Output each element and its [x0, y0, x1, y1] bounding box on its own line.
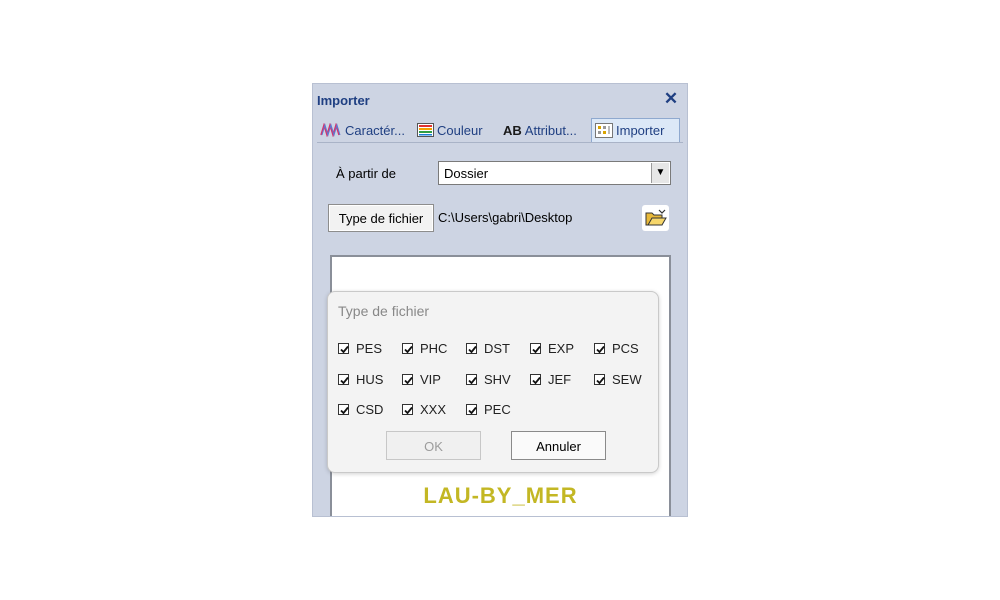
tab-label: Importer — [616, 123, 665, 138]
checkbox-label: PEC — [484, 402, 511, 417]
checkbox-xxx[interactable]: XXX — [402, 402, 446, 417]
check-icon — [402, 374, 413, 385]
checkbox-csd[interactable]: CSD — [338, 402, 383, 417]
filetype-button[interactable]: Type de fichier — [328, 204, 434, 232]
checkbox-pes[interactable]: PES — [338, 341, 382, 356]
source-select[interactable]: Dossier ▼ — [438, 161, 671, 185]
tab-label: Attribut... — [524, 122, 577, 138]
checkbox-phc[interactable]: PHC — [402, 341, 447, 356]
chevron-down-icon[interactable]: ▼ — [651, 163, 669, 183]
source-label: À partir de — [336, 166, 396, 181]
checkbox-dst[interactable]: DST — [466, 341, 510, 356]
ab-text-icon: AB — [503, 122, 522, 138]
check-icon — [466, 404, 477, 415]
close-icon[interactable]: ✕ — [662, 89, 680, 109]
tab-couleur[interactable]: Couleur — [414, 118, 494, 142]
check-icon — [466, 374, 477, 385]
folder-path: C:\Users\gabri\Desktop — [438, 210, 573, 225]
check-icon — [402, 343, 413, 354]
checkbox-label: VIP — [420, 372, 441, 387]
open-folder-button[interactable] — [642, 205, 669, 231]
tab-label: Couleur — [437, 122, 483, 138]
checkbox-label: XXX — [420, 402, 447, 417]
cancel-button[interactable]: Annuler — [511, 431, 606, 460]
checkbox-exp[interactable]: EXP — [530, 341, 574, 356]
checkbox-label: CSD — [356, 402, 384, 417]
checkbox-sew[interactable]: SEW — [594, 372, 642, 387]
check-icon — [338, 343, 349, 354]
panel-title: Importer — [317, 93, 370, 108]
check-icon — [338, 404, 349, 415]
checkbox-jef[interactable]: JEF — [530, 372, 571, 387]
grid-import-icon — [595, 123, 613, 138]
checkbox-label: DST — [484, 341, 510, 356]
source-select-value: Dossier — [444, 166, 489, 181]
check-icon — [402, 404, 413, 415]
tab-attributs[interactable]: AB Attribut... — [500, 118, 589, 142]
color-palette-icon — [417, 123, 434, 137]
checkbox-label: HUS — [356, 372, 384, 387]
check-icon — [530, 374, 541, 385]
checkbox-hus[interactable]: HUS — [338, 372, 383, 387]
thread-icon — [320, 123, 341, 137]
title-bar: Importer ✕ — [313, 84, 687, 116]
checkbox-label: JEF — [548, 372, 572, 387]
checkbox-vip[interactable]: VIP — [402, 372, 441, 387]
tab-label: Caractér... — [345, 122, 405, 138]
dialog-title: Type de fichier — [338, 303, 430, 319]
tab-caracteres[interactable]: Caractér... — [317, 118, 412, 142]
checkbox-label: PCS — [612, 341, 639, 356]
check-icon — [530, 343, 541, 354]
checkbox-label: EXP — [548, 341, 575, 356]
checkbox-pec[interactable]: PEC — [466, 402, 511, 417]
checkbox-shv[interactable]: SHV — [466, 372, 511, 387]
open-folder-icon — [645, 209, 667, 226]
checkbox-label: SHV — [484, 372, 511, 387]
filetype-dialog: Type de fichier PES PHC DST EXP PCS HUS … — [327, 291, 659, 473]
check-icon — [466, 343, 477, 354]
check-icon — [338, 374, 349, 385]
checkbox-label: SEW — [612, 372, 642, 387]
watermark-text: LAU-BY_MER — [423, 483, 578, 508]
ok-button[interactable]: OK — [386, 431, 481, 460]
check-icon — [594, 374, 605, 385]
tab-bar: Caractér... Couleur AB Attribut... Impor… — [317, 118, 687, 142]
tab-importer[interactable]: Importer — [591, 118, 680, 142]
check-icon — [594, 343, 605, 354]
checkbox-pcs[interactable]: PCS — [594, 341, 639, 356]
checkbox-label: PES — [356, 341, 383, 356]
checkbox-label: PHC — [420, 341, 448, 356]
